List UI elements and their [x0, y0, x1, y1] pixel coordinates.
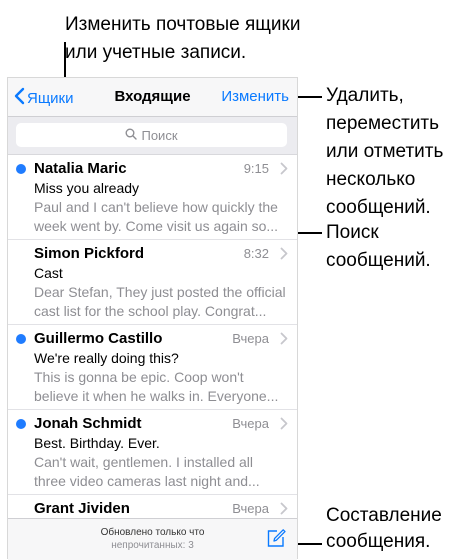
unread-count: непрочитанных: 3 [111, 540, 194, 551]
message-preview-line2: three video cameras last night and... [34, 473, 260, 489]
message-row[interactable]: Simon Pickford 8:32 Cast Dear Stefan, Th… [8, 240, 297, 325]
message-sender: Grant Jividen [34, 500, 130, 517]
message-sender: Jonah Schmidt [34, 415, 142, 432]
message-preview: Paul and I can't believe how quickly the… [34, 198, 287, 236]
updated-text: Обновлено только что [100, 527, 205, 538]
message-preview-line1: Dear Stefan, They just posted the offici… [34, 284, 286, 300]
callout-edit-line1: Удалить, [326, 85, 404, 106]
search-input[interactable]: Поиск [16, 123, 287, 147]
callout-mailboxes: Изменить почтовые ящики или учетные запи… [65, 13, 300, 65]
chevron-right-icon [280, 332, 288, 350]
message-row[interactable]: Guillermo Castillo Вчера We're really do… [8, 325, 297, 410]
search-placeholder: Поиск [141, 127, 178, 143]
magnifier-icon [125, 128, 138, 143]
message-row[interactable]: Grant Jividen Вчера [8, 495, 297, 518]
unread-dot [16, 334, 26, 344]
message-preview: Dear Stefan, They just posted the offici… [34, 283, 287, 321]
callout-compose-line2: сообщения. [326, 531, 431, 552]
chevron-right-icon [280, 417, 288, 435]
callout-edit-line2: переместить [326, 113, 440, 134]
message-subject: We're really doing this? [34, 350, 179, 366]
callout-edit-line4: несколько [326, 169, 416, 190]
chevron-right-icon [280, 247, 288, 265]
message-preview-line1: Paul and I can't believe how quickly the [34, 199, 278, 215]
chevron-right-icon [280, 162, 288, 180]
compose-icon[interactable] [266, 528, 286, 553]
message-row[interactable]: Jonah Schmidt Вчера Best. Birthday. Ever… [8, 410, 297, 495]
callout-edit-line5: сообщений. [326, 197, 431, 218]
update-status: Обновлено только что непрочитанных: 3 [8, 526, 297, 552]
callout-mailboxes-line1: Изменить почтовые ящики [65, 14, 301, 35]
message-subject: Best. Birthday. Ever. [34, 435, 160, 451]
message-sender: Guillermo Castillo [34, 330, 163, 347]
message-sender: Simon Pickford [34, 245, 145, 262]
callout-mailboxes-line2: или учетные записи. [65, 42, 247, 63]
message-time: 9:15 [243, 161, 269, 176]
message-time: Вчера [232, 331, 269, 346]
unread-dot [16, 419, 26, 429]
message-subject: Miss you already [34, 180, 140, 196]
edit-button[interactable]: Изменить [221, 88, 289, 105]
message-row[interactable]: Natalia Maric 9:15 Miss you already Paul… [8, 155, 297, 240]
callout-compose: Составление сообщения. [326, 503, 442, 555]
message-subject: Cast [34, 265, 63, 281]
search-area: Поиск [8, 117, 297, 155]
message-preview-line2: cast list for the school play. Congrat..… [34, 303, 267, 319]
message-time: Вчера [232, 501, 269, 516]
message-preview: This is gonna be epic. Coop won't believ… [34, 368, 287, 406]
message-preview-line2: believe it when he walks in. Everyone... [34, 388, 279, 404]
chevron-left-icon [14, 87, 25, 109]
message-preview: Can't wait, gentlemen. I installed all t… [34, 453, 287, 491]
message-preview-line2: week went by. Come visit us again so... [34, 218, 279, 234]
unread-dot [16, 164, 26, 174]
callout-edit-line3: или отметить [326, 141, 444, 162]
callout-compose-line1: Составление [326, 505, 442, 526]
bottom-toolbar: Обновлено только что непрочитанных: 3 [8, 518, 297, 560]
message-sender: Natalia Maric [34, 160, 127, 177]
message-preview-line1: This is gonna be epic. Coop won't [34, 369, 244, 385]
callout-search-line1: Поиск [326, 222, 379, 243]
message-time: Вчера [232, 416, 269, 431]
message-preview-line1: Can't wait, gentlemen. I installed all [34, 454, 254, 470]
callout-search: Поиск сообщений. [326, 219, 431, 275]
mailboxes-back-button[interactable]: Ящики [14, 87, 74, 109]
callout-edit: Удалить, переместить или отметить нескол… [326, 82, 443, 222]
navigation-bar: Ящики Входящие Изменить [8, 78, 297, 117]
mail-app-screen: Ящики Входящие Изменить Поиск Natalia Ma… [7, 77, 298, 560]
callout-search-line2: сообщений. [326, 250, 431, 271]
message-time: 8:32 [243, 246, 269, 261]
mailboxes-back-label: Ящики [27, 89, 74, 107]
